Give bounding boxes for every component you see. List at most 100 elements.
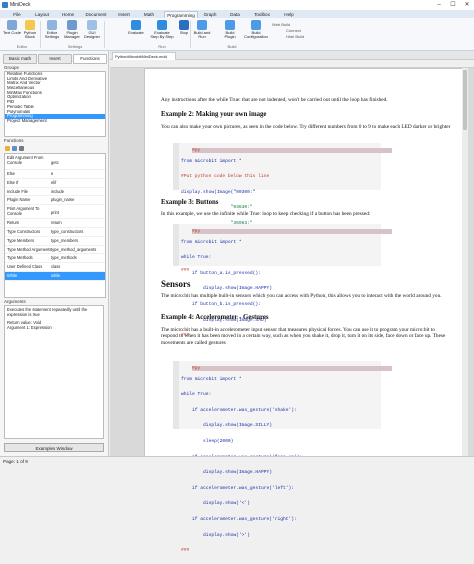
- evaluate-step-button[interactable]: Evaluate Step By Step: [150, 20, 174, 44]
- build-and-run-button[interactable]: Build and Run: [192, 20, 212, 44]
- text-code-label: Text Code: [2, 30, 21, 35]
- group-label-settings: Settings: [67, 44, 83, 49]
- ruler: [110, 60, 474, 68]
- stop-label: Stop: [179, 30, 189, 35]
- examples-window-button[interactable]: Examples Window: [4, 443, 104, 452]
- app-logo-icon: [2, 2, 8, 8]
- code-line: ###: [181, 548, 190, 554]
- function-keyword: type_methods: [51, 255, 77, 261]
- function-keyword: while: [51, 272, 61, 278]
- tab-document[interactable]: Document: [82, 11, 110, 18]
- stop-icon: [179, 20, 189, 30]
- function-keyword: include: [51, 188, 64, 194]
- evaluate-button[interactable]: Evaluate: [126, 20, 146, 44]
- tab-math[interactable]: Math: [140, 11, 158, 18]
- table-row[interactable]: Edit Argument From Console getc: [5, 154, 105, 170]
- gui-designer-button[interactable]: GUI Designer: [82, 20, 102, 44]
- tab-layout[interactable]: Layout: [32, 11, 52, 18]
- function-keyword: return: [51, 220, 62, 226]
- tab-graph[interactable]: Graph: [200, 11, 220, 18]
- code-line: if button_a.is_pressed():: [181, 270, 261, 276]
- function-name: While: [7, 272, 18, 278]
- function-keyword: print: [51, 210, 59, 216]
- functions-list[interactable]: Edit Argument From Console getc Else e Els…: [4, 153, 106, 298]
- close-button[interactable]: ✕: [460, 0, 474, 10]
- list-item[interactable]: Project Management: [5, 119, 105, 124]
- code-line: display.show(Image.SILLY): [181, 423, 272, 429]
- build-configuration-icon: [251, 20, 261, 30]
- build-run-icon: [197, 20, 207, 30]
- argument-1-text: Argument 1: Expression: [7, 325, 52, 330]
- document-tab-bar: PythonMicrobitMiniDeck.mdd: [110, 51, 474, 60]
- table-row[interactable]: Else If elif: [5, 179, 105, 188]
- code-line: display.show(Image.HAPPY): [181, 470, 272, 476]
- tab-toolbox[interactable]: Toolbox: [250, 11, 274, 18]
- python-block-icon: [25, 20, 35, 30]
- maximize-button[interactable]: ☐: [446, 0, 460, 10]
- tab-functions[interactable]: Functions: [73, 54, 107, 64]
- table-row[interactable]: Plugin Name plugin_name: [5, 196, 105, 206]
- groups-list[interactable]: Relative Functions Limits And Derivative…: [4, 71, 106, 137]
- editor-settings-button[interactable]: Editor Settings: [42, 20, 62, 44]
- plugin-manager-button[interactable]: Plugin Manager: [62, 20, 82, 44]
- functions-toolbar: [4, 145, 104, 152]
- table-row[interactable]: Type Constructors type_constructors: [5, 228, 105, 237]
- code-block-buttons[interactable]: #py from microbit import * while True: i…: [173, 224, 393, 338]
- group-label-build: Build: [227, 44, 237, 49]
- plugin-manager-label: Plugin Manager: [64, 30, 80, 40]
- window-title: MiniDeck: [10, 2, 31, 8]
- code-block-accelerometer[interactable]: #py from microbit import * while True: i…: [173, 361, 393, 553]
- table-row-selected[interactable]: While while: [5, 271, 105, 281]
- table-row[interactable]: Return return: [5, 219, 105, 228]
- ribbon: Text Code Python Block Editor Settings P…: [0, 18, 474, 51]
- tab-home[interactable]: Home: [58, 11, 78, 18]
- table-row[interactable]: Type Members type_members: [5, 237, 105, 246]
- web-build-option[interactable]: Web Build: [272, 22, 290, 27]
- code-line: sleep(2000): [181, 439, 234, 445]
- tab-data[interactable]: Data: [226, 11, 244, 18]
- build-configuration-button[interactable]: Build Configuration: [244, 20, 268, 44]
- filter-icon[interactable]: [12, 146, 17, 151]
- document-tab[interactable]: PythonMicrobitMiniDeck.mdd: [112, 52, 176, 60]
- table-row[interactable]: Type Method Arguments type_method_argumen…: [5, 246, 105, 255]
- group-separator: [40, 21, 41, 48]
- function-keyword: type_method_arguments: [51, 246, 97, 252]
- function-name: Else: [7, 171, 15, 176]
- code-block-image[interactable]: #py from microbit import * #Put python c…: [173, 143, 393, 273]
- stop-button[interactable]: Stop: [174, 20, 194, 44]
- table-row[interactable]: Type Methods type_methods: [5, 254, 105, 264]
- group-separator: [190, 21, 191, 48]
- document-page[interactable]: Any instructions after the while True: t…: [144, 68, 464, 553]
- table-row[interactable]: Include File include: [5, 188, 105, 197]
- table-row[interactable]: User Defined Class class: [5, 263, 105, 272]
- table-row[interactable]: Print Argument To Console print: [5, 205, 105, 220]
- scrollbar-thumb[interactable]: [463, 70, 467, 130]
- paragraph: The micro:bit has multiple built-in sens…: [161, 293, 442, 299]
- function-keyword: type_members: [51, 237, 79, 243]
- text-code-button[interactable]: Text Code: [2, 20, 22, 44]
- page-indicator: Page: 1 of 9: [3, 459, 28, 464]
- code-line: if button_b.is_pressed():: [181, 302, 261, 308]
- connect-option[interactable]: Connect: [286, 28, 301, 33]
- build-plugin-button[interactable]: Build Plugin: [220, 20, 240, 44]
- tab-file[interactable]: File: [8, 11, 26, 18]
- groups-label: Groups: [4, 65, 19, 70]
- tab-help[interactable]: Help: [280, 11, 298, 18]
- tab-insert[interactable]: Insert: [114, 11, 134, 18]
- python-block-label: Python Block: [23, 30, 37, 40]
- paragraph: Any instructions after the while True: t…: [161, 97, 388, 103]
- sort-icon[interactable]: [5, 146, 10, 151]
- table-row[interactable]: Else e: [5, 170, 105, 179]
- list-view-icon[interactable]: [19, 146, 24, 151]
- editor-settings-label: Editor Settings: [44, 30, 60, 40]
- build-plugin-label: Build Plugin: [224, 30, 236, 40]
- hide-build-option[interactable]: Hide Build: [286, 34, 304, 39]
- tab-insert-panel[interactable]: Insert: [38, 54, 72, 64]
- minimize-button[interactable]: –: [432, 0, 446, 10]
- code-line: "03630:": [181, 205, 253, 211]
- gui-designer-icon: [87, 20, 97, 30]
- function-name: User Defined Class: [7, 264, 43, 270]
- python-block-button[interactable]: Python Block: [20, 20, 40, 44]
- tab-basic-math[interactable]: Basic math: [3, 54, 37, 64]
- paragraph: You can also make your own pictures, as …: [161, 124, 451, 130]
